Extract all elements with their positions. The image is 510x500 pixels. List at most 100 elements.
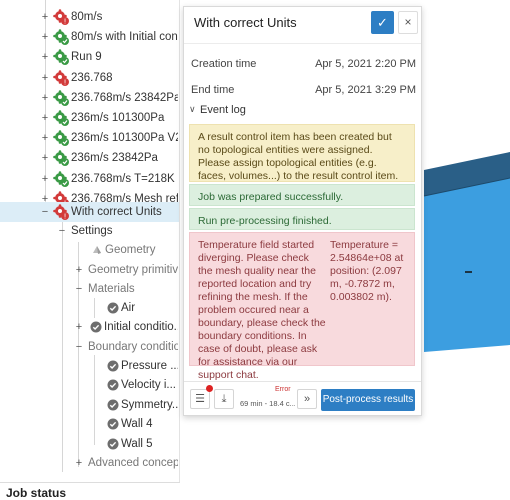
- tree-item-label: 80m/s: [71, 11, 103, 23]
- tree-item-label: Run 9: [71, 51, 102, 64]
- svg-text:!: !: [64, 78, 67, 86]
- tree-item-label: Geometry primitiv...: [88, 264, 178, 276]
- expand-icon[interactable]: +: [75, 453, 83, 473]
- success-message: Job was prepared successfully.: [189, 184, 415, 206]
- svg-text:!: !: [64, 18, 67, 26]
- chevron-down-icon: ∨: [189, 104, 196, 114]
- tree-item-label: Velocity i...: [121, 379, 176, 392]
- collapse-icon[interactable]: −: [75, 337, 83, 357]
- expand-icon[interactable]: +: [41, 27, 49, 47]
- double-chevron-right-icon: »: [303, 393, 311, 405]
- tree-item-boundary[interactable]: Symmetry...: [0, 395, 179, 415]
- confirm-button[interactable]: ✓: [371, 11, 394, 34]
- expand-icon[interactable]: +: [41, 47, 49, 67]
- tree-item-materials[interactable]: − Materials: [0, 279, 179, 299]
- tree-item-label: Initial conditio...: [104, 321, 178, 333]
- tree-item-boundary[interactable]: Wall 5: [0, 434, 179, 454]
- error-indicator-dot: [206, 385, 213, 392]
- tree-item-advanced-concepts[interactable]: + Advanced concepts: [0, 453, 179, 473]
- expand-icon[interactable]: +: [41, 128, 49, 148]
- run-success-icon: [53, 170, 69, 187]
- tree-item-label: 236m/s 101300Pa: [71, 112, 165, 124]
- tree-item-label: 236.768m/s T=218K: [71, 172, 175, 185]
- close-icon: ×: [404, 15, 412, 29]
- expand-icon[interactable]: +: [41, 68, 49, 88]
- tree-item-initial-conditions[interactable]: + Initial conditio...: [0, 317, 179, 337]
- job-status-title: Job status: [6, 486, 67, 500]
- tree-item-run[interactable]: +236m/s 101300Pa: [0, 108, 179, 128]
- tree-item-run-selected[interactable]: −! With correct Units: [0, 202, 179, 222]
- end-time-label: End time: [191, 84, 235, 96]
- run-error-icon: !: [53, 69, 69, 86]
- expand-icon[interactable]: +: [41, 169, 49, 189]
- end-time-row: End time Apr 5, 2021 3:29 PM: [191, 84, 416, 100]
- run-error-icon: !: [53, 204, 69, 221]
- expand-icon[interactable]: +: [75, 260, 83, 280]
- check-icon: ✓: [377, 15, 388, 30]
- svg-text:!: !: [64, 213, 67, 221]
- tree-item-run[interactable]: +80m/s with Initial cond...: [0, 27, 179, 47]
- dialog-title: With correct Units: [194, 15, 297, 30]
- creation-time-value: Apr 5, 2021 2:20 PM: [315, 58, 416, 70]
- expand-icon[interactable]: +: [41, 88, 49, 108]
- post-process-button[interactable]: Post-process results: [321, 389, 415, 411]
- collapse-icon[interactable]: −: [41, 202, 49, 222]
- tree-item-run[interactable]: +236m/s 23842Pa: [0, 148, 179, 168]
- event-log-toggle[interactable]: ∨ Event log: [189, 104, 414, 122]
- tree-item-run[interactable]: +236.768m/s T=218K: [0, 169, 179, 189]
- error-message: Temperature field started diverging. Ple…: [189, 232, 415, 381]
- tree-item-boundary[interactable]: Pressure ...: [0, 356, 179, 376]
- tree-item-label: Wall 4: [121, 418, 153, 431]
- expand-icon[interactable]: +: [75, 317, 83, 337]
- expand-icon[interactable]: +: [41, 7, 49, 27]
- expand-icon[interactable]: +: [41, 148, 49, 168]
- tree-item-air[interactable]: Air: [0, 298, 179, 318]
- dialog-header: With correct Units ✓ ×: [184, 7, 421, 41]
- expand-button[interactable]: »: [297, 389, 317, 409]
- tree-item-label: Symmetry...: [121, 398, 178, 411]
- dialog-body: Creation time Apr 5, 2021 2:20 PM End ti…: [184, 43, 421, 381]
- run-details-dialog: With correct Units ✓ × Creation time Apr…: [183, 6, 422, 416]
- collapse-icon[interactable]: −: [58, 221, 66, 241]
- tree-item-label: Boundary conditio...: [88, 341, 178, 353]
- tree-item-label: Advanced concepts: [88, 457, 178, 469]
- warning-message: A result control item has been created b…: [189, 124, 415, 182]
- job-status-panel[interactable]: Job status: [0, 482, 180, 500]
- log-list-button[interactable]: ☰: [190, 389, 210, 409]
- run-success-icon: [53, 89, 69, 106]
- tree-item-run[interactable]: +236.768m/s 23842Pa: [0, 88, 179, 108]
- tree-item-geometry-primitives[interactable]: + Geometry primitiv...: [0, 260, 179, 280]
- simulation-tree: +!80m/s+80m/s with Initial cond...+Run 9…: [0, 0, 180, 482]
- tree-item-label: 236m/s 23842Pa: [71, 152, 158, 165]
- list-icon: ☰: [195, 393, 205, 405]
- tree-item-run[interactable]: + Run 9: [0, 47, 179, 67]
- tree-item-label: 236m/s 101300Pa V2: [71, 132, 178, 145]
- run-success-icon: [53, 110, 69, 126]
- dialog-footer: ☰ ⤓ Error 69 min - 18.4 c... » Post-proc…: [184, 381, 421, 415]
- collapse-icon[interactable]: −: [75, 279, 83, 299]
- tree-item-boundary[interactable]: Velocity i...: [0, 375, 179, 395]
- run-success-icon: [53, 49, 69, 66]
- expand-icon[interactable]: +: [41, 108, 49, 128]
- tree-item-label: Wall 5: [121, 437, 153, 450]
- success-message: Run pre-processing finished.: [189, 208, 415, 230]
- tree-item-label: Materials: [88, 283, 135, 295]
- tree-item-run[interactable]: +! 236.768: [0, 68, 179, 88]
- close-button[interactable]: ×: [398, 11, 418, 34]
- tree-item-label: 236.768: [71, 71, 113, 84]
- tree-item-run[interactable]: +! 80m/s: [0, 7, 179, 27]
- download-button[interactable]: ⤓: [214, 389, 234, 409]
- tree-item-label: Geometry: [105, 244, 156, 256]
- run-success-icon: [53, 150, 69, 167]
- event-log-label: Event log: [200, 104, 246, 116]
- tree-item-label: With correct Units: [71, 206, 162, 218]
- tree-item-run[interactable]: +236m/s 101300Pa V2: [0, 128, 179, 148]
- end-time-value: Apr 5, 2021 3:29 PM: [315, 84, 416, 96]
- tree-item-geometry[interactable]: Geometry: [0, 240, 179, 260]
- tree-item-label: Air: [121, 302, 136, 314]
- tree-item-boundary-conditions[interactable]: −Boundary conditio...: [0, 337, 179, 357]
- tree-item-settings[interactable]: − Settings: [0, 221, 179, 241]
- model-side-face: [424, 178, 510, 352]
- tree-item-boundary[interactable]: Wall 4: [0, 414, 179, 434]
- tree-item-label: Pressure ...: [121, 360, 178, 372]
